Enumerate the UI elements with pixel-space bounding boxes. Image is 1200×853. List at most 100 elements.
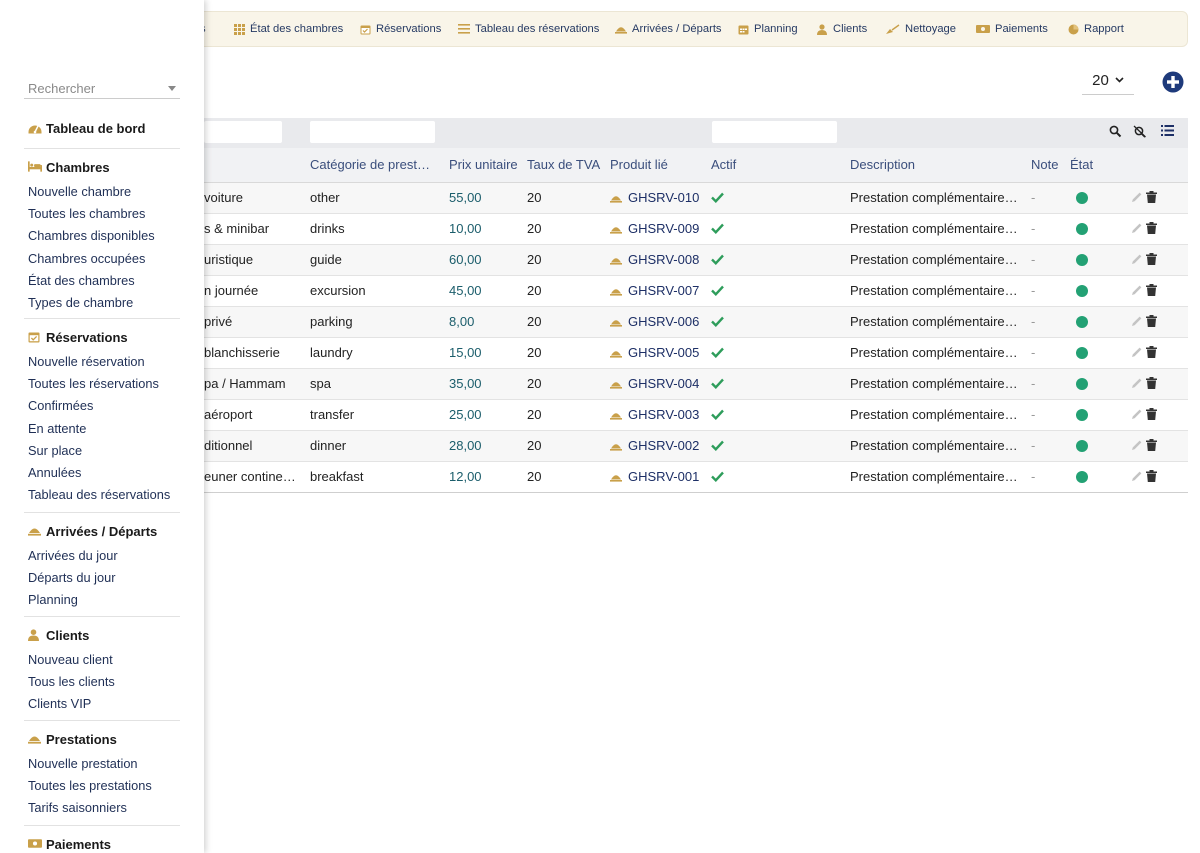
table-row[interactable]: pa / Hammam spa 35,00 20 GHSRV-004 Prestation… [204, 369, 1188, 400]
sidebar-item-services-2[interactable]: Toutes les prestations [28, 778, 152, 793]
top-menu-item-clients[interactable]: Clients [816, 12, 867, 46]
delete-icon[interactable] [1146, 222, 1159, 235]
cell-linked-product[interactable]: GHSRV-009 [610, 214, 710, 244]
sidebar-item-reservations-1[interactable]: Nouvelle réservation [28, 354, 145, 369]
search-icon[interactable] [1109, 125, 1123, 139]
product-ref-link[interactable]: GHSRV-001 [628, 462, 699, 492]
sidebar-item-rooms-5[interactable]: État des chambres [28, 273, 135, 288]
column-header-status[interactable]: État [1070, 148, 1110, 182]
add-button[interactable] [1162, 71, 1184, 93]
sidebar-item-reservations-2[interactable]: Toutes les réservations [28, 376, 159, 391]
top-menu-item-room-status[interactable]: État des chambres [233, 12, 343, 46]
top-menu-item-report[interactable]: Rapport [1067, 12, 1124, 46]
edit-icon[interactable] [1130, 222, 1143, 235]
column-header-active[interactable]: Actif [711, 148, 771, 182]
top-menu-item-cleaning[interactable]: Nettoyage [886, 12, 956, 46]
delete-icon[interactable] [1146, 408, 1159, 421]
sidebar-item-reservations-3[interactable]: Confirmées [28, 398, 93, 413]
sidebar-item-services-3[interactable]: Tarifs saisonniers [28, 800, 127, 815]
sidebar-item-reservations-6[interactable]: Annulées [28, 465, 81, 480]
top-menu-item-arrivals[interactable]: Arrivées / Départs [615, 12, 722, 46]
product-ref-link[interactable]: GHSRV-004 [628, 369, 699, 399]
product-ref-link[interactable]: GHSRV-002 [628, 431, 699, 461]
cell-linked-product[interactable]: GHSRV-002 [610, 431, 710, 461]
edit-icon[interactable] [1130, 408, 1143, 421]
sidebar-item-reservations-4[interactable]: En attente [28, 421, 86, 436]
filter-category-input[interactable] [310, 121, 435, 143]
edit-icon[interactable] [1130, 470, 1143, 483]
table-row[interactable]: uristique guide 60,00 20 GHSRV-008 Prestation… [204, 245, 1188, 276]
filter-description-input[interactable] [712, 121, 837, 143]
cell-linked-product[interactable]: GHSRV-007 [610, 276, 710, 306]
sidebar-section-payments[interactable]: Paiements [28, 837, 111, 852]
delete-icon[interactable] [1146, 346, 1159, 359]
top-menu-item-reservations-board[interactable]: Tableau des réservations [458, 12, 599, 46]
sidebar-section-rooms[interactable]: Chambres [28, 160, 110, 175]
sidebar-item-clients-2[interactable]: Tous les clients [28, 674, 115, 689]
sidebar-section-arrivals[interactable]: Arrivées / Départs [28, 524, 157, 539]
delete-icon[interactable] [1146, 377, 1159, 390]
edit-icon[interactable] [1130, 253, 1143, 266]
sidebar-item-arrivals-1[interactable]: Arrivées du jour [28, 548, 118, 563]
sidebar-item-services-1[interactable]: Nouvelle prestation [28, 756, 138, 771]
product-ref-link[interactable]: GHSRV-008 [628, 245, 699, 275]
edit-icon[interactable] [1130, 191, 1143, 204]
product-ref-link[interactable]: GHSRV-009 [628, 214, 699, 244]
sidebar-item-rooms-4[interactable]: Chambres occupées [28, 251, 145, 266]
delete-icon[interactable] [1146, 191, 1159, 204]
delete-icon[interactable] [1146, 470, 1159, 483]
sidebar-item-reservations-7[interactable]: Tableau des réservations [28, 487, 170, 502]
filter-name-input[interactable] [204, 121, 282, 143]
cell-linked-product[interactable]: GHSRV-008 [610, 245, 710, 275]
top-menu-item-reservations[interactable]: Réservations [359, 12, 441, 46]
sidebar-item-clients-1[interactable]: Nouveau client [28, 652, 113, 667]
table-row[interactable]: blanchisserie laundry 15,00 20 GHSRV-005 Pres… [204, 338, 1188, 369]
product-ref-link[interactable]: GHSRV-003 [628, 400, 699, 430]
sidebar-item-rooms-2[interactable]: Toutes les chambres [28, 206, 145, 221]
edit-icon[interactable] [1130, 315, 1143, 328]
sidebar-item-rooms-3[interactable]: Chambres disponibles [28, 228, 155, 243]
top-menu-item-planning[interactable]: Planning [737, 12, 798, 46]
column-header-category[interactable]: Catégorie de prestat… [310, 148, 436, 182]
product-ref-link[interactable]: GHSRV-006 [628, 307, 699, 337]
clear-filter-icon[interactable] [1133, 125, 1147, 139]
table-row[interactable]: n journée excursion 45,00 20 GHSRV-007 Presta… [204, 276, 1188, 307]
table-row[interactable]: aéroport transfer 25,00 20 GHSRV-003 Prestati… [204, 400, 1188, 431]
delete-icon[interactable] [1146, 253, 1159, 266]
sidebar-item-reservations-5[interactable]: Sur place [28, 443, 82, 458]
sidebar-item-rooms-6[interactable]: Types de chambre [28, 295, 133, 310]
column-header-note[interactable]: Note [1031, 148, 1071, 182]
column-list-icon[interactable] [1161, 125, 1175, 139]
product-ref-link[interactable]: GHSRV-007 [628, 276, 699, 306]
delete-icon[interactable] [1146, 284, 1159, 297]
sidebar-section-clients[interactable]: Clients [28, 628, 89, 643]
edit-icon[interactable] [1130, 284, 1143, 297]
column-header-vat[interactable]: Taux de TVA [527, 148, 605, 182]
product-ref-link[interactable]: GHSRV-005 [628, 338, 699, 368]
edit-icon[interactable] [1130, 346, 1143, 359]
sidebar-dashboard[interactable]: Tableau de bord [28, 121, 145, 136]
sidebar-item-clients-3[interactable]: Clients VIP [28, 696, 91, 711]
cell-linked-product[interactable]: GHSRV-001 [610, 462, 710, 492]
sidebar-section-services[interactable]: Prestations [28, 732, 117, 747]
table-row[interactable]: s & minibar drinks 10,00 20 GHSRV-009 Prestat… [204, 214, 1188, 245]
cell-linked-product[interactable]: GHSRV-010 [610, 183, 710, 213]
product-ref-link[interactable]: GHSRV-010 [628, 183, 699, 213]
sidebar-search-select[interactable]: Rechercher [24, 78, 180, 99]
sidebar-item-arrivals-2[interactable]: Départs du jour [28, 570, 116, 585]
delete-icon[interactable] [1146, 439, 1159, 452]
sidebar-section-reservations[interactable]: Réservations [28, 330, 128, 345]
column-header-unit-price[interactable]: Prix unitaire [449, 148, 521, 182]
table-row[interactable]: privé parking 8,00 20 GHSRV-006 Prestation co… [204, 307, 1188, 338]
cell-linked-product[interactable]: GHSRV-005 [610, 338, 710, 368]
top-menu-item-payments[interactable]: Paiements [976, 12, 1048, 46]
column-header-description[interactable]: Description [850, 148, 970, 182]
cell-linked-product[interactable]: GHSRV-004 [610, 369, 710, 399]
sidebar-item-arrivals-3[interactable]: Planning [28, 592, 78, 607]
table-row[interactable]: voiture other 55,00 20 GHSRV-010 Prestation c… [204, 183, 1188, 214]
column-header-linked-product[interactable]: Produit lié [610, 148, 700, 182]
cell-linked-product[interactable]: GHSRV-003 [610, 400, 710, 430]
edit-icon[interactable] [1130, 439, 1143, 452]
sidebar-item-rooms-1[interactable]: Nouvelle chambre [28, 184, 131, 199]
page-size-select[interactable]: 20 [1082, 66, 1134, 95]
